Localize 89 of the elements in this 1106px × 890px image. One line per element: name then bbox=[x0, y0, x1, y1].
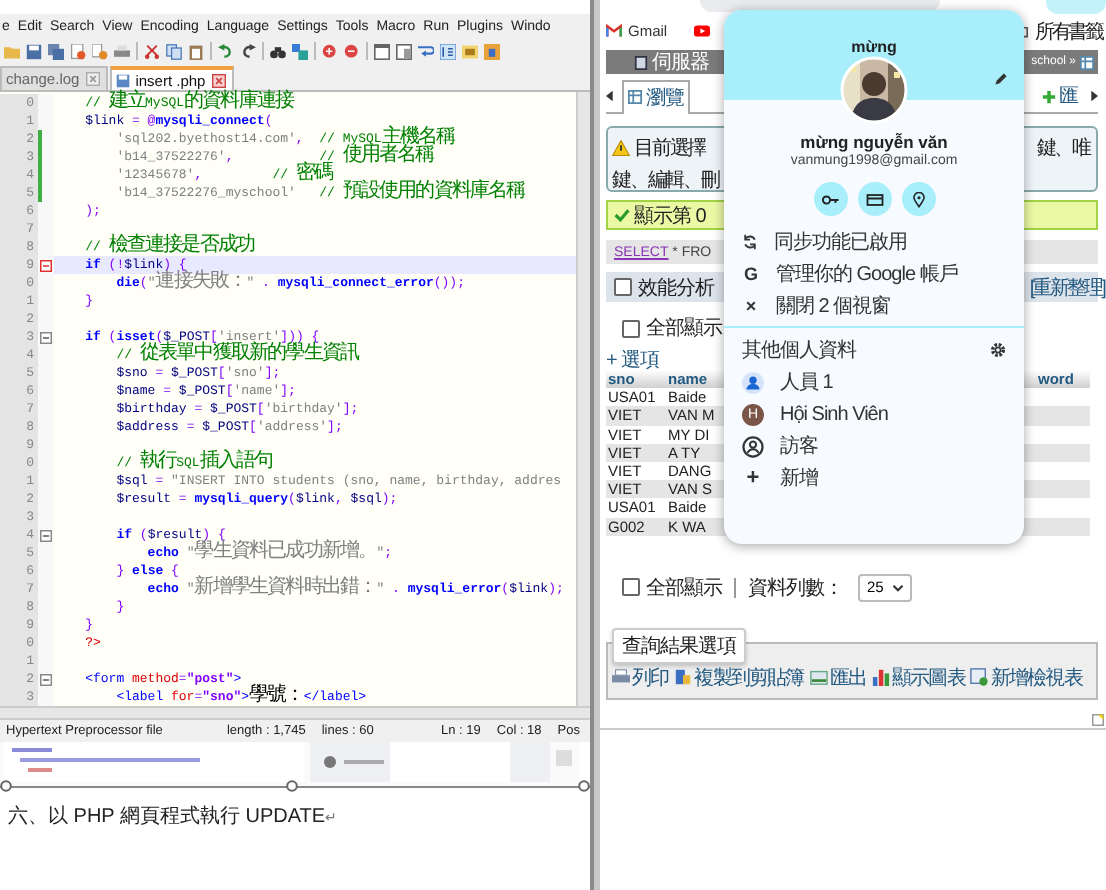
location-button[interactable] bbox=[901, 182, 935, 216]
scrollbar[interactable] bbox=[0, 706, 590, 718]
profile-item[interactable]: 人員 1 bbox=[724, 366, 1024, 398]
printer-icon bbox=[612, 668, 630, 687]
table-icon bbox=[1080, 55, 1094, 69]
table-icon bbox=[628, 90, 642, 104]
note-icon[interactable] bbox=[1092, 714, 1104, 726]
rows-label: 資料列數： bbox=[748, 575, 843, 602]
warning-icon bbox=[612, 140, 630, 156]
undo-icon[interactable] bbox=[218, 43, 234, 59]
right-arrow-icon[interactable] bbox=[1090, 90, 1098, 102]
zoom-out-icon[interactable] bbox=[344, 43, 360, 59]
scissors-icon[interactable] bbox=[144, 43, 160, 59]
resize-handle[interactable] bbox=[578, 780, 590, 792]
server-icon bbox=[634, 55, 648, 69]
action-link[interactable]: 列印 bbox=[612, 663, 669, 692]
tab[interactable]: 瀏覽 bbox=[622, 79, 690, 113]
floppy-icon bbox=[115, 73, 130, 87]
success-message: 顯示第 0 bbox=[634, 203, 706, 229]
menu-item[interactable]: G 管理你的 Google 帳戶 bbox=[724, 258, 1024, 290]
binoculars-icon[interactable] bbox=[270, 43, 286, 59]
pin-icon bbox=[909, 191, 927, 207]
menu-item[interactable]: × 關閉 2 個視窗 bbox=[724, 290, 1024, 322]
refresh-link[interactable]: [重新整理] bbox=[1029, 273, 1104, 301]
fieldset-legend: 查詢結果選項 bbox=[612, 627, 746, 664]
resize-handle[interactable] bbox=[286, 780, 298, 792]
close-file-icon[interactable] bbox=[70, 43, 86, 59]
action-link[interactable]: 複製到剪貼簿 bbox=[674, 663, 804, 692]
notice-text: 目前選擇 bbox=[634, 136, 706, 162]
sync-icon bbox=[742, 234, 758, 250]
key-button[interactable] bbox=[813, 182, 847, 216]
window-plus-icon bbox=[970, 668, 989, 687]
checkbox-label[interactable]: 全部顯示 bbox=[646, 314, 722, 342]
profile-title: mừng bbox=[851, 38, 897, 58]
bar-chart-icon bbox=[872, 668, 891, 687]
menu-item[interactable]: 同步功能已啟用 bbox=[724, 226, 1024, 258]
replace-icon[interactable] bbox=[292, 43, 308, 59]
guest-icon bbox=[742, 435, 764, 457]
check-icon bbox=[614, 208, 630, 222]
profile-name: mừng nguyễn văn bbox=[798, 132, 950, 152]
wrap-icon[interactable] bbox=[418, 43, 434, 59]
profile-item[interactable]: 訪客 bbox=[724, 430, 1024, 462]
close-icon[interactable] bbox=[211, 73, 226, 87]
options-link[interactable]: + 選項 bbox=[606, 345, 660, 373]
checkbox[interactable] bbox=[614, 278, 632, 296]
section-title: 其他個人資料 bbox=[742, 337, 856, 363]
printer-icon[interactable] bbox=[114, 43, 130, 59]
card-icon bbox=[865, 191, 883, 207]
checkbox-label[interactable]: 效能分析 bbox=[638, 273, 714, 301]
close-icon[interactable] bbox=[85, 72, 100, 86]
play-icon[interactable] bbox=[693, 24, 710, 38]
clipboard-icon bbox=[674, 668, 693, 687]
action-link[interactable]: 顯示圖表 bbox=[872, 663, 965, 692]
bookmarks-folder[interactable]: 所有書籤 bbox=[1034, 17, 1102, 45]
zoom-in-icon[interactable] bbox=[322, 43, 338, 59]
document-heading: 六、以 PHP 網頁程式執行 UPDATE bbox=[8, 803, 326, 830]
scrollbar[interactable] bbox=[576, 92, 590, 706]
redo-icon[interactable] bbox=[240, 43, 256, 59]
chart-icon[interactable] bbox=[484, 43, 500, 59]
tray-icon bbox=[809, 668, 828, 687]
window-icon[interactable] bbox=[374, 43, 390, 59]
notice-text: 鍵、唯 bbox=[1036, 135, 1090, 162]
copy-icon[interactable] bbox=[166, 43, 182, 59]
settings-icon[interactable] bbox=[990, 341, 1006, 357]
left-arrow-icon[interactable] bbox=[606, 90, 614, 102]
action-link[interactable]: 匯出 bbox=[809, 663, 867, 692]
tab[interactable]: 匯 bbox=[1037, 80, 1082, 112]
person-icon bbox=[742, 371, 764, 393]
close-all-icon[interactable] bbox=[92, 43, 108, 59]
checkbox[interactable] bbox=[622, 319, 640, 337]
key-icon bbox=[821, 191, 839, 207]
profile-item[interactable]: + 新增 bbox=[724, 462, 1024, 494]
mail-icon bbox=[606, 24, 622, 38]
save-all-icon[interactable] bbox=[48, 43, 64, 59]
caret-icon bbox=[891, 583, 904, 592]
avatar bbox=[840, 56, 908, 124]
breadcrumb-link[interactable]: 伺服器 bbox=[652, 48, 709, 76]
checkbox-label[interactable]: 全部顯示 bbox=[646, 573, 722, 602]
plus-icon bbox=[1041, 89, 1055, 103]
window-icon[interactable] bbox=[396, 43, 412, 59]
action-link[interactable]: 新增檢視表 bbox=[970, 663, 1082, 692]
indent-guide-icon[interactable] bbox=[440, 43, 456, 59]
save-icon[interactable] bbox=[26, 43, 42, 59]
checkbox[interactable] bbox=[622, 578, 640, 597]
notice-text: 鍵、編輯、刪 bbox=[612, 168, 719, 194]
document-map-icon[interactable] bbox=[462, 43, 478, 59]
clipboard-icon[interactable] bbox=[188, 43, 204, 59]
card-button[interactable] bbox=[857, 182, 891, 216]
resize-handle[interactable] bbox=[0, 780, 12, 792]
